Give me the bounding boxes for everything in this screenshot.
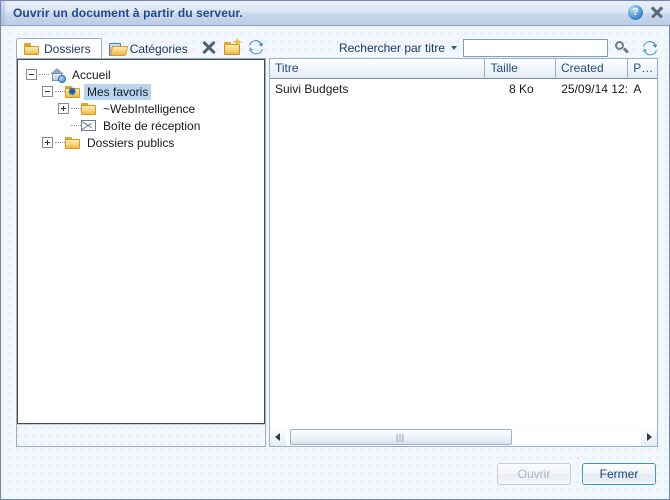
tab-strip: Dossiers Catégories <box>16 37 198 60</box>
title-bar-buttons: ? <box>628 4 665 20</box>
cell-created: 25/09/14 12:... <box>561 81 628 96</box>
inbox-icon <box>81 120 96 131</box>
folder-tree-panel: Accueil ✹ Mes favoris ~WebIntelligence B… <box>16 58 266 447</box>
tree-item-label: Dossiers publics <box>87 135 175 150</box>
folder-icon <box>24 43 39 55</box>
search-mode-label[interactable]: Rechercher par titre <box>339 41 445 55</box>
tree-panel-footer <box>17 424 265 446</box>
column-header-created[interactable]: Created <box>556 59 629 78</box>
expander-mes-favoris[interactable] <box>42 86 53 97</box>
cell-owner: A <box>633 81 642 96</box>
folder-tree: Accueil ✹ Mes favoris ~WebIntelligence B… <box>17 59 265 424</box>
tree-item-accueil[interactable]: Accueil <box>18 66 264 83</box>
expander-webintelligence[interactable] <box>58 103 69 114</box>
tree-item-label: Accueil <box>72 67 111 82</box>
arrow-left-icon[interactable] <box>270 428 286 446</box>
scrollbar-thumb[interactable] <box>290 428 512 445</box>
tree-connector <box>71 124 81 127</box>
search-bar: Rechercher par titre <box>286 37 658 59</box>
open-button[interactable]: Ouvrir <box>497 463 571 485</box>
tree-connector <box>39 73 49 76</box>
tab-dossiers-label: Dossiers <box>44 42 91 56</box>
x-icon[interactable] <box>201 39 217 55</box>
cell-size: 8 Ko <box>508 81 534 96</box>
tab-categories-label: Catégories <box>129 41 188 56</box>
tree-connector <box>55 141 65 144</box>
refresh-icon[interactable] <box>248 39 264 55</box>
folder-icon <box>65 136 80 149</box>
table-row[interactable]: Suivi Budgets 8 Ko 25/09/14 12:... A <box>270 79 657 98</box>
tree-item-label: Boîte de réception <box>103 118 201 133</box>
title-bar-accent <box>1 1 5 25</box>
search-icon[interactable] <box>614 40 630 56</box>
tree-item-webintelligence[interactable]: ~WebIntelligence <box>18 100 264 117</box>
help-icon[interactable]: ? <box>628 4 643 20</box>
column-header-owner[interactable]: P… <box>628 59 657 78</box>
expander-accueil[interactable] <box>26 69 37 80</box>
home-icon <box>49 67 66 83</box>
tree-item-label: ~WebIntelligence <box>103 101 196 116</box>
tree-toolbar: ✦ <box>201 37 264 55</box>
arrow-right-icon[interactable] <box>641 428 657 446</box>
folder-icon <box>81 102 96 115</box>
list-horizontal-scrollbar[interactable] <box>269 428 658 447</box>
tree-item-mes-favoris[interactable]: ✹ Mes favoris <box>18 83 264 100</box>
close-button[interactable]: Fermer <box>582 463 656 485</box>
close-icon[interactable] <box>649 4 665 20</box>
page-title: Ouvrir un document à partir du serveur. <box>13 6 243 20</box>
tree-connector <box>55 90 65 93</box>
open-document-dialog: Ouvrir un document à partir du serveur. … <box>0 0 670 500</box>
dialog-buttons: Ouvrir Fermer <box>497 463 656 485</box>
cell-title: Suivi Budgets <box>275 81 349 96</box>
grip-icon <box>396 433 406 442</box>
expander-dossiers-publics[interactable] <box>42 137 53 148</box>
tree-item-boite-de-reception[interactable]: Boîte de réception <box>18 117 264 134</box>
list-header: Titre Taille Created P… <box>270 59 657 79</box>
tree-item-dossiers-publics[interactable]: Dossiers publics <box>18 134 264 151</box>
tree-item-label: Mes favoris <box>84 83 152 100</box>
chevron-down-icon[interactable] <box>451 46 457 50</box>
tree-connector <box>71 107 81 110</box>
refresh-list-icon[interactable] <box>642 40 658 56</box>
search-input[interactable] <box>463 39 608 57</box>
column-header-taille[interactable]: Taille <box>485 59 556 78</box>
scrollbar-track[interactable] <box>286 428 641 446</box>
favorites-icon: ✹ <box>65 85 80 98</box>
new-folder-icon[interactable]: ✦ <box>224 37 242 55</box>
tab-dossiers[interactable]: Dossiers <box>16 38 110 60</box>
folder-open-icon <box>108 42 125 56</box>
title-bar: Ouvrir un document à partir du serveur. … <box>1 1 670 26</box>
document-list-panel: Titre Taille Created P… Suivi Budgets 8 … <box>269 58 658 447</box>
column-header-titre[interactable]: Titre <box>270 59 486 78</box>
tab-categories[interactable]: Catégories <box>102 38 198 59</box>
